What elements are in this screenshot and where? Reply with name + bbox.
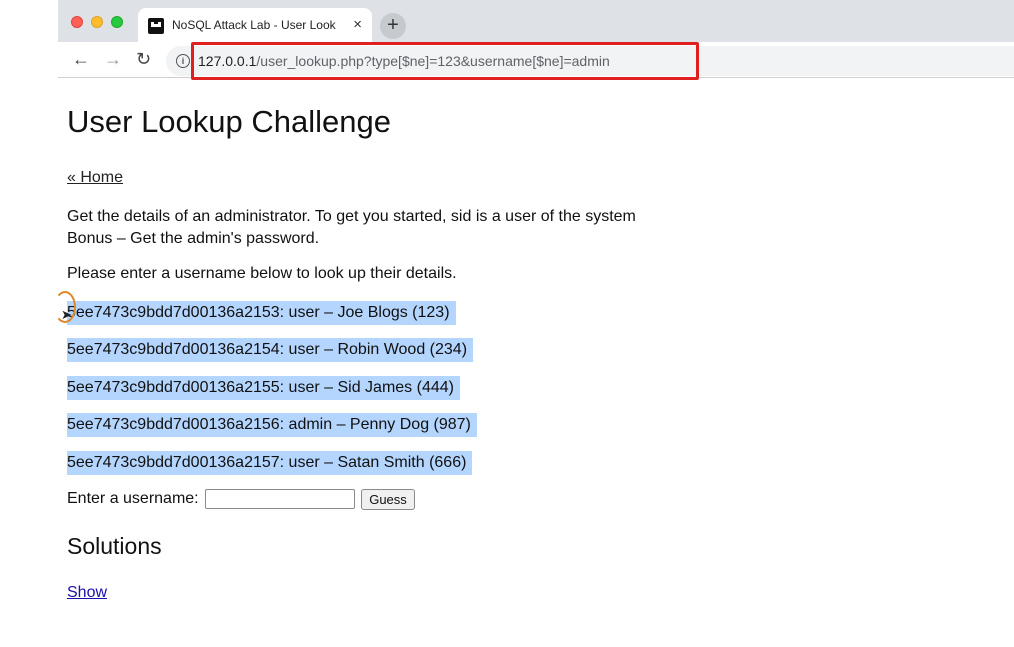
- tab-strip: NoSQL Attack Lab - User Look × +: [58, 0, 1014, 42]
- username-input[interactable]: [205, 489, 355, 509]
- new-tab-button[interactable]: +: [380, 13, 406, 39]
- user-result-row: 5ee7473c9bdd7d00136a2156: admin – Penny …: [67, 413, 477, 437]
- user-result-row: 5ee7473c9bdd7d00136a2153: user – Joe Blo…: [67, 301, 456, 325]
- show-solutions-link[interactable]: Show: [67, 584, 107, 602]
- description-line: Get the details of an administrator. To …: [67, 208, 636, 225]
- user-result-row: 5ee7473c9bdd7d00136a2157: user – Satan S…: [67, 451, 473, 475]
- reload-icon[interactable]: ↻: [136, 50, 151, 68]
- challenge-description: Get the details of an administrator. To …: [67, 206, 707, 250]
- solutions-heading: Solutions: [67, 533, 162, 559]
- tab-title: NoSQL Attack Lab - User Look: [172, 18, 336, 32]
- mouse-cursor-icon: ➤: [61, 307, 72, 322]
- guess-button[interactable]: Guess: [361, 489, 415, 510]
- user-result-row: 5ee7473c9bdd7d00136a2155: user – Sid Jam…: [67, 376, 460, 400]
- maximize-window-icon[interactable]: [111, 16, 123, 28]
- lookup-prompt: Please enter a username below to look up…: [67, 265, 457, 282]
- close-window-icon[interactable]: [71, 16, 83, 28]
- browser-tab[interactable]: NoSQL Attack Lab - User Look ×: [138, 8, 372, 42]
- back-arrow-icon[interactable]: ←: [72, 50, 90, 68]
- username-label: Enter a username:: [67, 490, 199, 507]
- user-result-row: 5ee7473c9bdd7d00136a2154: user – Robin W…: [67, 338, 474, 362]
- home-link[interactable]: « Home: [67, 169, 123, 187]
- minimize-window-icon[interactable]: [91, 16, 103, 28]
- site-info-icon[interactable]: i: [176, 54, 190, 68]
- forward-arrow-icon[interactable]: →: [104, 50, 122, 68]
- site-favicon-icon: [148, 18, 164, 34]
- tab-close-icon[interactable]: ×: [353, 16, 362, 34]
- bonus-line: Bonus – Get the admin's password.: [67, 230, 320, 247]
- url-highlight-annotation: [191, 42, 699, 80]
- page-title: User Lookup Challenge: [67, 104, 391, 139]
